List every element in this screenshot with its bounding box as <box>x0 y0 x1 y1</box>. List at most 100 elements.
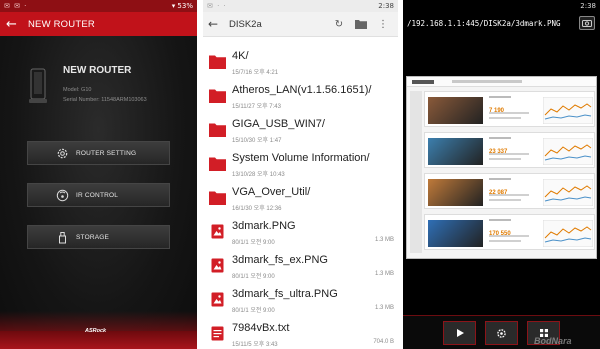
folder-row[interactable]: 4K/15/7/16 오후 4:21 <box>203 46 398 80</box>
play-icon <box>456 329 464 337</box>
folder-icon <box>209 88 226 103</box>
result-line <box>489 112 529 114</box>
folder-icon <box>209 190 226 205</box>
result-line <box>489 153 529 155</box>
app-bar: ← NEW ROUTER <box>0 12 197 36</box>
folder-row[interactable]: Atheros_LAN(v1.1.56.1651)/ 15/11/27 오후 7:… <box>203 80 398 114</box>
benchmark-score: 22 087 <box>489 190 508 196</box>
performance-graph <box>543 179 593 206</box>
benchmark-score: 23 337 <box>489 149 508 155</box>
file-date: 15/11/27 오후 7:43 <box>232 104 281 110</box>
gear-icon <box>55 146 69 160</box>
file-name: 4K/ <box>232 50 249 62</box>
folder-icon <box>209 156 226 171</box>
file-date: 15/10/30 오후 1:47 <box>232 138 282 144</box>
file-row[interactable]: 3dmark_fs_ultra.PNG 80/1/1 오전 9:00 1.3 MB <box>203 284 398 318</box>
text-file-icon <box>209 326 226 341</box>
file-date: 15/7/16 오후 4:21 <box>232 70 279 76</box>
router-setting-label: ROUTER SETTING <box>76 149 137 157</box>
folder-icon[interactable] <box>354 17 368 31</box>
path-bar: /192.168.1.1:445/DISK2a/3dmark.PNG <box>403 12 600 34</box>
file-name: GIGA_USB_WIN7/ <box>232 118 325 130</box>
camera-icon[interactable] <box>579 16 595 30</box>
file-size: 1.3 MB <box>374 305 394 311</box>
file-row[interactable]: 3dmark_fs_ex.PNG 80/1/1 오전 9:00 1.3 MB <box>203 250 398 284</box>
notification-icons: ✉ ✉ · <box>4 2 28 10</box>
benchmark-thumbnail <box>428 220 483 247</box>
image-file-icon <box>209 258 226 273</box>
screenshot-collage: ✉ ✉ · ▾ 53% ← NEW ROUTER NEW ROUTER Mode… <box>0 0 600 349</box>
settings-icon <box>497 328 506 338</box>
back-arrow-icon[interactable]: ← <box>6 18 20 31</box>
router-panel: NEW ROUTER Model: G10 Serial Number: 115… <box>0 36 197 349</box>
status-bar: ✉ ✉ · ▾ 53% <box>0 0 197 12</box>
result-line <box>489 178 511 180</box>
file-browser-screen: ✉ · · 2:38 ← DISK2a ↻ ⋮ 4K/15/7/16 오후 4:… <box>203 0 398 349</box>
performance-graph <box>543 220 593 247</box>
benchmark-thumbnail <box>428 97 483 124</box>
ir-control-button[interactable]: IR CONTROL <box>27 183 170 207</box>
file-name: 3dmark_fs_ultra.PNG <box>232 288 338 300</box>
refresh-icon[interactable]: ↻ <box>332 17 346 31</box>
storage-button[interactable]: STORAGE <box>27 225 170 249</box>
watermark: BodNara <box>534 336 572 346</box>
result-line <box>489 199 521 201</box>
folder-row[interactable]: System Volume Information/13/10/28 오후 10… <box>203 148 398 182</box>
preview-tabs <box>452 80 522 83</box>
image-file-icon <box>209 224 226 239</box>
result-line <box>489 219 511 221</box>
status-time: 2:38 <box>378 2 394 10</box>
settings-button[interactable] <box>485 321 518 345</box>
file-date: 80/1/1 오전 9:00 <box>232 274 275 280</box>
device-model: Model: G10 <box>63 87 92 93</box>
result-card: 22 087 <box>424 173 595 209</box>
usb-drive-icon <box>55 230 69 244</box>
preview-logo <box>412 80 434 84</box>
file-date: 80/1/1 오전 9:00 <box>232 240 275 246</box>
benchmark-thumbnail <box>428 179 483 206</box>
device-name: NEW ROUTER <box>63 65 132 76</box>
device-serial: Serial Number: 11548ARM103063 <box>63 97 147 103</box>
back-arrow-icon[interactable]: ← <box>208 17 220 31</box>
notification-icons: ✉ · · <box>207 2 227 10</box>
file-path: /192.168.1.1:445/DISK2a/3dmark.PNG <box>407 18 561 28</box>
benchmark-score: 7 190 <box>489 108 505 114</box>
result-line <box>489 240 521 242</box>
file-name: Atheros_LAN(v1.1.56.1651)/ <box>232 84 372 96</box>
image-file-icon <box>209 292 226 307</box>
status-bar: 2:38 <box>403 0 600 12</box>
result-line <box>489 194 529 196</box>
router-app-screen: ✉ ✉ · ▾ 53% ← NEW ROUTER NEW ROUTER Mode… <box>0 0 197 349</box>
result-card: 23 337 <box>424 132 595 168</box>
overflow-menu-icon[interactable]: ⋮ <box>376 17 390 31</box>
file-date: 13/10/28 오후 10:43 <box>232 172 285 178</box>
remote-icon <box>55 188 69 202</box>
file-name: 3dmark.PNG <box>232 220 296 232</box>
brand-logo: ASRock <box>85 328 107 334</box>
file-size: 704.0 B <box>373 339 394 345</box>
file-size: 1.3 MB <box>374 271 394 277</box>
result-card: 7 190 <box>424 91 595 127</box>
folder-title: DISK2a <box>229 18 262 30</box>
folder-row[interactable]: GIGA_USB_WIN7/15/10/30 오후 1:47 <box>203 114 398 148</box>
ir-control-label: IR CONTROL <box>76 191 119 199</box>
benchmark-score: 170 550 <box>489 231 511 237</box>
result-line <box>489 117 521 119</box>
result-card: 170 550 <box>424 214 595 250</box>
benchmark-screenshot-preview[interactable]: 7 190 23 337 22 087 170 550 <box>406 76 597 259</box>
result-line <box>489 96 511 98</box>
play-button[interactable] <box>443 321 476 345</box>
file-date: 15/11/5 오후 3:43 <box>232 342 278 348</box>
file-size: 1.3 MB <box>374 237 394 243</box>
status-right: ▾ 53% <box>171 2 193 10</box>
file-row[interactable]: 3dmark.PNG 80/1/1 오전 9:00 1.3 MB <box>203 216 398 250</box>
image-viewer-screen: 2:38 /192.168.1.1:445/DISK2a/3dmark.PNG … <box>403 0 600 349</box>
router-setting-button[interactable]: ROUTER SETTING <box>27 141 170 165</box>
file-date: 16/1/30 오후 12:36 <box>232 206 282 212</box>
file-date: 80/1/1 오전 9:00 <box>232 308 275 314</box>
status-bar: ✉ · · 2:38 <box>203 0 398 12</box>
folder-icon <box>209 122 226 137</box>
file-name: 3dmark_fs_ex.PNG <box>232 254 328 266</box>
folder-row[interactable]: VGA_Over_Util/16/1/30 오후 12:36 <box>203 182 398 216</box>
file-row[interactable]: 7984vBx.txt 15/11/5 오후 3:43 704.0 B <box>203 318 398 349</box>
